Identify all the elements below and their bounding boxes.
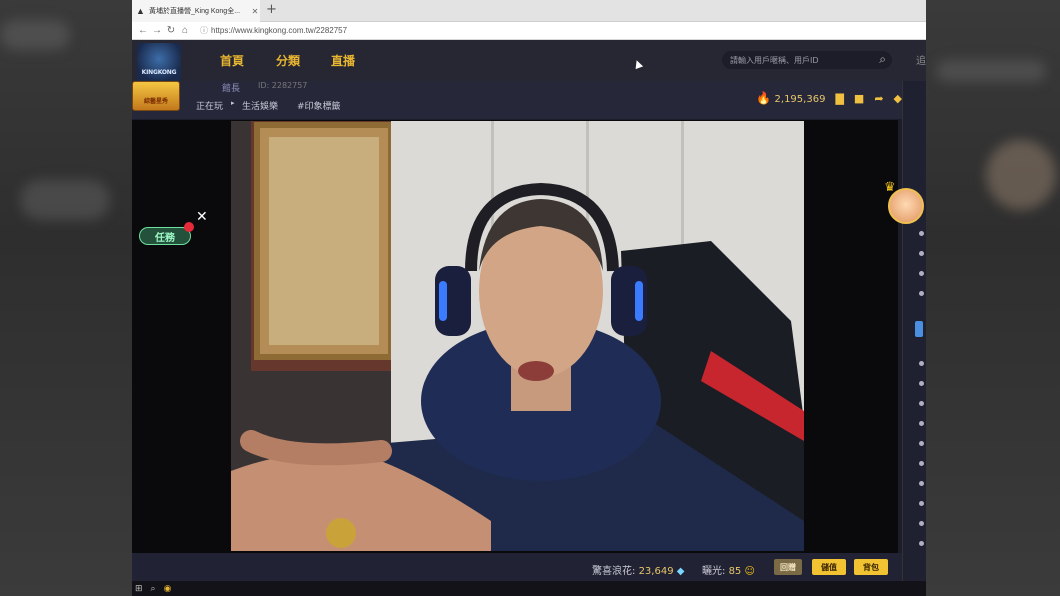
- url-field[interactable]: ⓘ https://www.kingkong.com.tw/2282757: [200, 25, 347, 36]
- chevron-right-icon: ▸: [231, 99, 235, 107]
- tab-title: 黃埔於直播營_King Kong全...: [149, 8, 241, 15]
- sidebar-tab[interactable]: [915, 321, 923, 337]
- sidebar-dot: [919, 361, 924, 366]
- back-icon[interactable]: ←: [136, 25, 150, 36]
- browser-tab-bar: ▲ 黃埔於直播營_King Kong全... ✕ +: [132, 0, 926, 22]
- windows-start-icon[interactable]: ⊞: [135, 584, 143, 594]
- stream-tag[interactable]: #印象標籤: [297, 99, 341, 112]
- blurred-shape: [20, 180, 110, 220]
- badge-text: 綜藝星秀: [143, 98, 168, 105]
- sidebar-dot: [919, 271, 924, 276]
- notification-dot: [184, 222, 194, 232]
- gift-label: 驚喜浪花:: [592, 566, 636, 577]
- left-blurred-background: [0, 0, 132, 596]
- diamond-icon: ◆: [676, 566, 685, 577]
- glow-counter: 曬光: 85 ☺: [702, 562, 755, 577]
- task-close-icon[interactable]: ✕: [196, 209, 208, 225]
- lock-icon[interactable]: ■: [854, 92, 864, 105]
- live-video-frame: [231, 121, 804, 551]
- sidebar-dot: [919, 381, 924, 386]
- sidebar-dot: [919, 441, 924, 446]
- backpack-button[interactable]: 背包: [854, 559, 888, 575]
- level-badge: 綜藝星秀: [132, 81, 180, 111]
- return-gift-button[interactable]: 回贈: [774, 559, 802, 575]
- forward-icon[interactable]: →: [150, 25, 164, 36]
- sidebar-dot: [919, 481, 924, 486]
- info-icon: ⓘ: [200, 26, 208, 35]
- browser-window: ▲ 黃埔於直播營_King Kong全... ✕ + ← → ↻ ⌂ ⓘ http…: [132, 0, 926, 596]
- nav-live[interactable]: 直播: [331, 52, 355, 69]
- blurred-shape: [0, 20, 70, 50]
- gift-counter: 驚喜浪花: 23,649 ◆: [592, 562, 684, 577]
- streamer-name[interactable]: 館長: [222, 81, 240, 94]
- category-link[interactable]: 生活娛樂: [242, 99, 278, 112]
- gift-value: 23,649: [638, 566, 674, 577]
- sidebar-dot: [919, 291, 924, 296]
- address-bar: ← → ↻ ⌂ ⓘ https://www.kingkong.com.tw/228…: [132, 22, 926, 40]
- glow-value: 85: [728, 566, 742, 577]
- nav-home[interactable]: 首頁: [220, 52, 244, 69]
- logo-text: KINGKONG: [141, 69, 177, 76]
- right-blurred-background: [926, 0, 1060, 596]
- task-button[interactable]: 任務: [139, 227, 191, 245]
- sidebar-dot: [919, 501, 924, 506]
- blurred-shape: [986, 140, 1056, 210]
- sidebar-dot: [919, 521, 924, 526]
- task-label: 任務: [155, 232, 175, 244]
- sidebar-dot: [919, 231, 924, 236]
- hot-count: 🔥 2,195,369: [756, 91, 825, 105]
- gift-bar: 驚喜浪花: 23,649 ◆ 曬光: 85 ☺ 回贈 儲值 背包: [132, 553, 902, 581]
- recharge-button[interactable]: 儲值: [812, 559, 846, 575]
- smiley-icon: ☺: [744, 566, 755, 577]
- playing-label: 正在玩: [196, 102, 224, 112]
- os-taskbar: ⊞ ⌕ ◉: [132, 581, 926, 596]
- sidebar-dot: [919, 541, 924, 546]
- fire-icon: 🔥: [756, 91, 772, 105]
- sidebar-dot: [919, 251, 924, 256]
- blurred-shape: [936, 60, 1046, 82]
- new-tab-button[interactable]: +: [266, 3, 277, 17]
- nav-category[interactable]: 分類: [276, 52, 300, 69]
- url-text: https://www.kingkong.com.tw/2282757: [211, 26, 348, 35]
- search-placeholder: 請輸入用戶暱稱、用戶ID: [730, 55, 819, 65]
- search-icon[interactable]: ⌕: [879, 52, 886, 67]
- tab-close-icon[interactable]: ✕: [250, 7, 260, 16]
- reload-icon[interactable]: ↻: [164, 25, 178, 36]
- glow-label: 曬光:: [702, 566, 726, 577]
- site-logo[interactable]: KINGKONG: [137, 43, 181, 83]
- shield-icon[interactable]: ◆: [894, 92, 902, 105]
- right-sidebar: [902, 81, 926, 596]
- browser-tab[interactable]: ▲ 黃埔於直播營_King Kong全... ✕: [132, 0, 260, 22]
- share-icon[interactable]: ➦: [874, 92, 883, 105]
- sidebar-dot: [919, 421, 924, 426]
- stream-stats: 🔥 2,195,369 ▇ ■ ➦ ◆: [756, 91, 902, 105]
- search-icon[interactable]: ⌕: [151, 584, 156, 594]
- sidebar-dot: [919, 401, 924, 406]
- site-header: KINGKONG 首頁 分類 直播 請輸入用戶暱稱、用戶ID ⌕ 追: [132, 40, 926, 83]
- stream-info-bar: 綜藝星秀 館長 ID: 2282757 正在玩 ▸ 生活娛樂 #印象標籤 🔥 2…: [132, 81, 902, 119]
- viewer-avatar[interactable]: [888, 188, 924, 224]
- sidebar-dot: [919, 461, 924, 466]
- site-favicon-icon: ▲: [136, 5, 145, 16]
- chat-icon[interactable]: ▇: [835, 92, 843, 105]
- follow-link[interactable]: 追: [916, 52, 926, 67]
- chrome-icon[interactable]: ◉: [164, 584, 172, 594]
- video-player[interactable]: 任務 ✕: [132, 120, 898, 553]
- hot-value: 2,195,369: [774, 94, 826, 105]
- search-input[interactable]: 請輸入用戶暱稱、用戶ID ⌕: [722, 51, 892, 69]
- room-id: ID: 2282757: [258, 81, 308, 90]
- home-icon[interactable]: ⌂: [178, 25, 192, 36]
